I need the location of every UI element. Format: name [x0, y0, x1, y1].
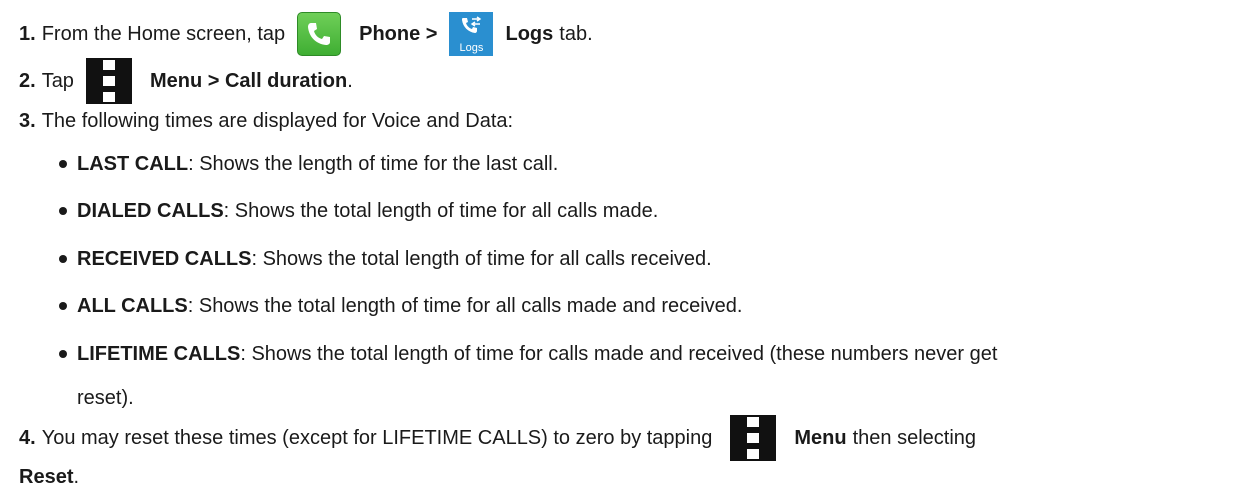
step-text-end: . [73, 465, 80, 488]
menu-icon[interactable] [730, 415, 777, 461]
step-text-end: . [347, 69, 353, 92]
bullet-term: LIFETIME CALLS [77, 342, 241, 365]
bullet-item: ALL CALLS: Shows the total length of tim… [59, 291, 742, 321]
bullet-dot [59, 207, 67, 215]
logs-icon-caption: Logs [459, 42, 484, 54]
bullet-term: DIALED CALLS [77, 199, 224, 222]
bullet-desc: : Shows the length of time for the last … [188, 152, 559, 175]
bullet-dot [59, 255, 67, 263]
bullet-item: LIFETIME CALLS: Shows the total length o… [59, 339, 997, 369]
bullet-desc-cont: reset). [77, 386, 134, 409]
bullet-term: LAST CALL [77, 152, 189, 175]
phone-app-icon[interactable] [297, 12, 342, 56]
bullet-term: ALL CALLS [77, 294, 188, 317]
bullet-desc: : Shows the total length of time for cal… [240, 342, 998, 365]
bullet-desc: : Shows the total length of time for all… [251, 247, 712, 270]
bullet-dot [59, 160, 67, 168]
bullet-desc: : Shows the total length of time for all… [187, 294, 743, 317]
step-text-mid: then selecting [852, 426, 977, 449]
step-4-continuation: Reset. [19, 462, 79, 492]
bullet-item: RECEIVED CALLS: Shows the total length o… [59, 244, 712, 274]
step-4: 4. You may reset these times (except for… [19, 415, 976, 461]
step-text: Tap [41, 69, 74, 92]
menu-icon[interactable] [85, 58, 132, 104]
step-number: 1. [19, 22, 36, 45]
bullet-dot [59, 350, 67, 358]
bullet-continuation: reset). [77, 383, 134, 413]
step-text: From the Home screen, tap [41, 22, 286, 45]
step-number: 2. [19, 69, 36, 92]
logs-label: Logs [505, 22, 554, 45]
bullet-term: RECEIVED CALLS [77, 247, 252, 270]
menu-label: Menu [794, 426, 847, 449]
step-2: 2. Tap Menu > Call duration . [19, 58, 353, 104]
step-text-end: tab. [559, 22, 593, 45]
menu-path: Menu > Call duration [149, 69, 348, 92]
step-text: The following times are displayed for Vo… [41, 109, 514, 132]
bullet-item: DIALED CALLS: Shows the total length of … [59, 196, 658, 226]
step-number: 3. [19, 109, 36, 132]
step-text: You may reset these times (except for LI… [41, 426, 713, 449]
reset-label: Reset [19, 465, 74, 488]
step-1: 1. From the Home screen, tap Phone > Log… [19, 12, 593, 56]
bullet-item: LAST CALL: Shows the length of time for … [59, 149, 558, 179]
bullet-dot [59, 302, 67, 310]
logs-tab-icon[interactable]: Logs [449, 12, 494, 56]
step-number: 4. [19, 426, 36, 449]
bullet-desc: : Shows the total length of time for all… [223, 199, 659, 222]
phone-label: Phone > [359, 22, 438, 45]
step-3: 3. The following times are displayed for… [19, 106, 513, 136]
